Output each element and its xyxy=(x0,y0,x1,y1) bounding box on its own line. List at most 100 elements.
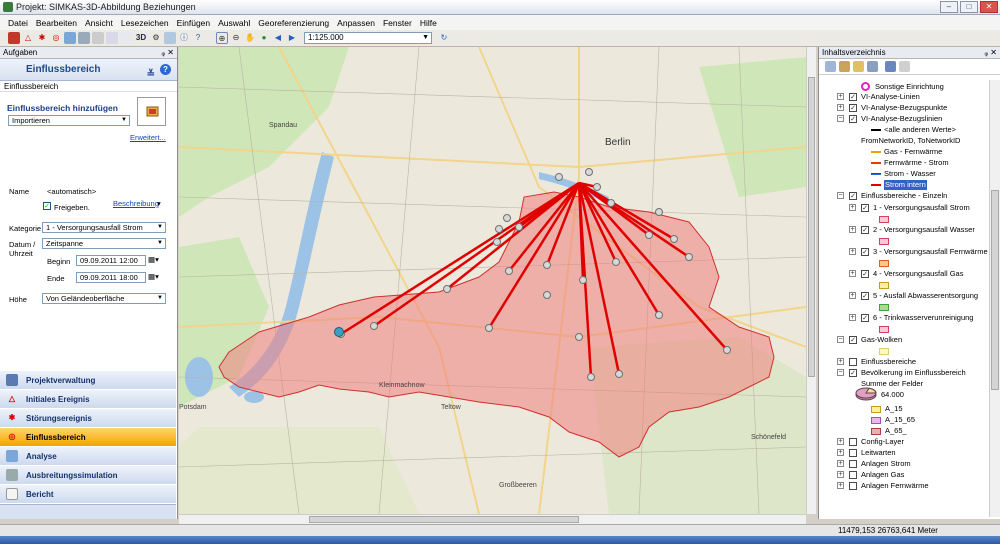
close-button[interactable]: ✕ xyxy=(980,1,998,13)
expand-icon[interactable]: + xyxy=(849,292,856,299)
toc-row[interactable]: A_15_65 xyxy=(819,415,989,425)
help-circle-icon[interactable]: ? xyxy=(160,64,171,75)
expand-icon[interactable]: + xyxy=(837,482,844,489)
expand-icon[interactable]: + xyxy=(849,270,856,277)
expand-icon[interactable]: + xyxy=(837,358,844,365)
map-view[interactable]: Berlin Kleinmachnow Potsdam Teltow Großb… xyxy=(179,47,806,514)
expand-icon[interactable]: + xyxy=(837,449,844,456)
toc-row[interactable]: A_15 xyxy=(819,404,989,414)
maximize-button[interactable]: □ xyxy=(960,1,978,13)
toc-row[interactable]: + ✓ 5 - Ausfall Abwasserentsorgung xyxy=(819,291,989,301)
pin-close-icon[interactable]: ᵩ ✕ xyxy=(985,47,997,59)
toc-row[interactable]: <alle anderen Werte> xyxy=(819,125,989,135)
toc-row[interactable] xyxy=(819,302,989,312)
toc-row[interactable]: + Anlagen Gas xyxy=(819,470,989,480)
layer-visibility-checkbox[interactable]: ✓ xyxy=(861,248,869,256)
collapse-icon[interactable]: − xyxy=(837,115,844,122)
scroll-thumb[interactable] xyxy=(309,516,579,523)
end-datetime-input[interactable]: 09.09.2011 18:00 xyxy=(76,272,146,283)
map-vertical-scrollbar[interactable] xyxy=(806,47,816,514)
forward-arrow-icon[interactable]: ▶ xyxy=(286,32,298,44)
layer-visibility-checkbox[interactable]: ✓ xyxy=(861,204,869,212)
toc-row[interactable] xyxy=(819,324,989,334)
toc-row[interactable]: − ✓ Gas-Wolken xyxy=(819,335,989,345)
collapse-icon[interactable]: − xyxy=(837,369,844,376)
layer-visibility-checkbox[interactable]: ✓ xyxy=(861,226,869,234)
back-arrow-icon[interactable]: ◀ xyxy=(272,32,284,44)
toc-row[interactable]: Strom - Wasser xyxy=(819,169,989,179)
nav-analyse[interactable]: Analyse xyxy=(0,447,176,466)
toc-row[interactable]: Sonstige Einrichtung xyxy=(819,82,989,92)
layer-visibility-checkbox[interactable] xyxy=(849,449,857,457)
layer-visibility-checkbox[interactable]: ✓ xyxy=(849,369,857,377)
chart-icon[interactable] xyxy=(64,32,76,44)
layer-visibility-checkbox[interactable]: ✓ xyxy=(861,270,869,278)
import-select[interactable]: Importieren ▼ xyxy=(8,115,130,126)
source-point[interactable] xyxy=(334,327,344,337)
toc-row[interactable]: Gas - Fernwärme xyxy=(819,147,989,157)
height-select[interactable]: Von Geländeoberfläche ▼ xyxy=(42,293,166,304)
menu-ansicht[interactable]: Ansicht xyxy=(81,18,117,28)
help-icon[interactable]: ? xyxy=(192,32,204,44)
expand-icon[interactable]: + xyxy=(849,226,856,233)
toc-row[interactable]: + Einflussbereiche xyxy=(819,357,989,367)
toc-row[interactable]: + ✓ 4 - Versorgungsausfall Gas xyxy=(819,269,989,279)
info-icon[interactable]: ⓘ xyxy=(178,32,190,44)
collapse-icon[interactable]: − xyxy=(837,336,844,343)
layer-visibility-checkbox[interactable] xyxy=(849,460,857,468)
release-checkbox[interactable]: ✓ xyxy=(43,202,51,210)
scale-dropdown[interactable]: 1:125.000 ▼ xyxy=(304,32,432,44)
list-by-selection-icon[interactable] xyxy=(867,61,878,72)
toc-row[interactable]: + Leitwarten xyxy=(819,448,989,458)
advanced-link[interactable]: Erweitert... xyxy=(130,133,166,142)
menu-anpassen[interactable]: Anpassen xyxy=(333,18,379,28)
toc-row[interactable]: Fernwärme - Strom xyxy=(819,158,989,168)
settings-icon[interactable]: ⚙ xyxy=(150,32,162,44)
toc-row[interactable]: + ✓ VI-Analyse-Linien xyxy=(819,92,989,102)
layer-visibility-checkbox[interactable] xyxy=(849,358,857,366)
toc-row[interactable] xyxy=(819,236,989,246)
menu-fenster[interactable]: Fenster xyxy=(379,18,416,28)
alert-icon[interactable]: ✱ xyxy=(36,32,48,44)
layer-visibility-checkbox[interactable] xyxy=(849,438,857,446)
toc-row[interactable]: − ✓ VI-Analyse-Bezugslinien xyxy=(819,114,989,124)
layer-visibility-checkbox[interactable]: ✓ xyxy=(849,336,857,344)
layers-icon[interactable] xyxy=(78,32,90,44)
expand-icon[interactable]: + xyxy=(849,248,856,255)
toc-row[interactable]: − ✓ Einflussbereiche - Einzeln xyxy=(819,191,989,201)
toc-scrollbar[interactable] xyxy=(989,80,1000,517)
layer-visibility-checkbox[interactable]: ✓ xyxy=(861,314,869,322)
warning-icon[interactable]: △ xyxy=(22,32,34,44)
grid-icon[interactable] xyxy=(92,32,104,44)
nav-einflussbereich[interactable]: ◎ Einflussbereich xyxy=(0,428,176,447)
options-icon[interactable] xyxy=(885,61,896,72)
begin-datetime-input[interactable]: 09.09.2011 12:00 xyxy=(76,255,146,266)
pin-close-icon[interactable]: ᵩ ✕ xyxy=(162,47,174,59)
map-horizontal-scrollbar[interactable] xyxy=(179,514,806,524)
description-link[interactable]: Beschreibung xyxy=(113,199,159,208)
menu-bearbeiten[interactable]: Bearbeiten xyxy=(32,18,81,28)
map-canvas[interactable]: Berlin Kleinmachnow Potsdam Teltow Großb… xyxy=(179,47,806,514)
layer-visibility-checkbox[interactable]: ✓ xyxy=(849,93,857,101)
toc-row[interactable]: Strom intern xyxy=(819,180,989,190)
project-icon[interactable] xyxy=(8,32,20,44)
tools-icon[interactable] xyxy=(164,32,176,44)
layer-visibility-checkbox[interactable] xyxy=(849,482,857,490)
nav-bericht[interactable]: Bericht xyxy=(0,485,176,504)
pan-icon[interactable]: ✋ xyxy=(244,32,256,44)
table-icon[interactable] xyxy=(106,32,118,44)
zoom-out-icon[interactable]: ⊖ xyxy=(230,32,242,44)
expand-icon[interactable]: + xyxy=(837,460,844,467)
layer-visibility-checkbox[interactable]: ✓ xyxy=(849,115,857,123)
toc-row[interactable]: + ✓ VI-Analyse-Bezugspunkte xyxy=(819,103,989,113)
minimize-button[interactable]: – xyxy=(940,1,958,13)
layer-visibility-checkbox[interactable]: ✓ xyxy=(849,192,857,200)
toc-row[interactable]: A_65_ xyxy=(819,426,989,436)
layer-visibility-checkbox[interactable]: ✓ xyxy=(849,104,857,112)
toc-row[interactable]: + ✓ 2 - Versorgungsausfall Wasser xyxy=(819,225,989,235)
report-icon[interactable] xyxy=(120,32,132,44)
date-mode-select[interactable]: Zeitspanne ▼ xyxy=(42,238,166,249)
category-select[interactable]: 1 - Versorgungsausfall Strom ▼ xyxy=(42,222,166,233)
toc-row[interactable]: + Anlagen Fernwärme xyxy=(819,481,989,491)
toc-row[interactable]: + ✓ 3 - Versorgungsausfall Fernwärme xyxy=(819,247,989,257)
